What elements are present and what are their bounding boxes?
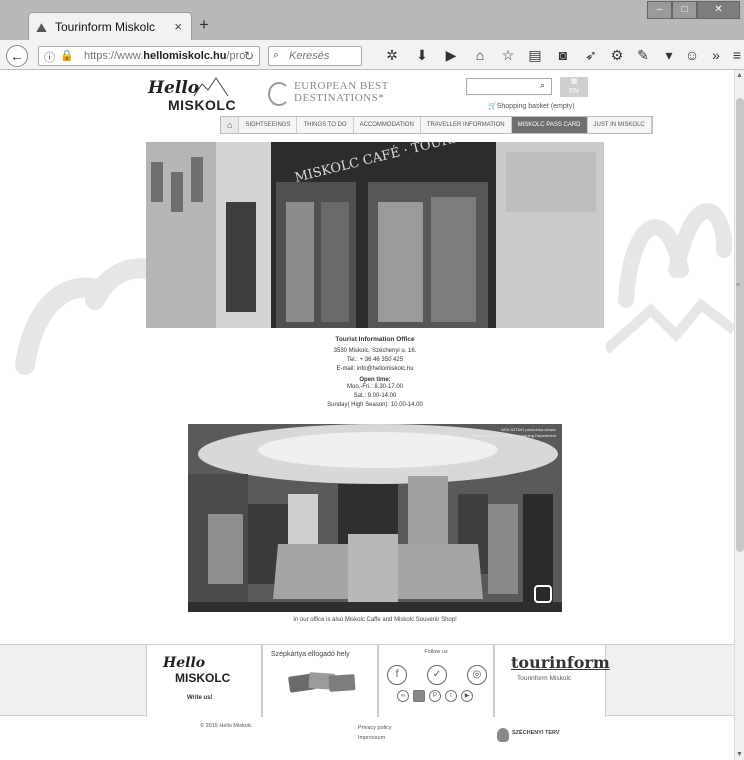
hours-saturday: Sat.: 9.00-14.00 xyxy=(353,393,397,399)
european-best-destinations-badge[interactable]: EUROPEAN BEST DESTINATIONS* xyxy=(294,80,389,104)
twitter-icon[interactable]: t xyxy=(445,690,457,702)
lock-icon: 🔒 xyxy=(60,50,74,62)
minimize-button[interactable]: – xyxy=(647,1,672,19)
extension-icon[interactable]: ⚙ xyxy=(608,47,626,64)
site-footer: Hello MISKOLC Write us! Szépkártya elfog… xyxy=(0,644,734,717)
overflow-icon[interactable]: » xyxy=(707,47,725,63)
szechenyi-terv-logo[interactable]: SZÉCHENYI TERV xyxy=(512,730,560,736)
web-page: Hello MISKOLC EUROPEAN BEST DESTINATIONS… xyxy=(0,70,734,760)
scrollbar-thumb[interactable] xyxy=(736,98,744,552)
main-menu: ⌂ SIGHTSEEINGS THINGS TO DO ACCOMMODATIO… xyxy=(220,116,653,134)
menu-item-things-to-do[interactable]: THINGS TO DO xyxy=(297,117,354,133)
decorative-arc-right xyxy=(606,203,734,354)
download-icon[interactable]: ⬇ xyxy=(413,47,431,64)
menu-item-sightseeings[interactable]: SIGHTSEEINGS xyxy=(239,117,298,133)
vertical-scrollbar[interactable]: ▲ ≡ ▼ xyxy=(734,70,744,760)
new-tab-button[interactable]: + xyxy=(199,15,209,35)
address-bar[interactable]: ⓘ 🔒 https://www.hellomiskolc.hu/pro ↻ xyxy=(38,46,260,66)
follow-us-label: Follow us xyxy=(424,649,448,655)
tourinform-storefront-photo: MISKOLC CAFÉ · TOURINFORM xyxy=(146,142,604,328)
footer-szepkartya-cell: Szépkártya elfogadó hely xyxy=(262,645,378,717)
language-selector[interactable]: ▦ EN xyxy=(560,77,588,97)
tab-title: Tourinform Miskolc xyxy=(55,20,156,34)
scrollbar-grip-icon: ≡ xyxy=(736,282,741,289)
tourinform-logo[interactable]: tourinform xyxy=(511,653,610,672)
footer-logo-miskolc: MISKOLC xyxy=(175,671,231,685)
szechenyi-logo-icon xyxy=(497,728,509,742)
footer-contact-cell: Hello MISKOLC Write us! xyxy=(146,645,262,717)
copyright: © 2015 Hello Miskolc xyxy=(200,723,252,729)
search-bar[interactable]: ⌕ Keresés xyxy=(268,46,362,66)
search-placeholder: Keresés xyxy=(289,50,330,62)
tab-favicon-icon: ⛰ xyxy=(36,20,47,35)
menu-item-accommodation[interactable]: ACCOMMODATION xyxy=(354,117,421,133)
privacy-policy-link[interactable]: Privacy policy xyxy=(358,723,392,733)
bookmark-star-icon[interactable]: ☆ xyxy=(499,47,517,64)
european-best-destinations-icon xyxy=(268,82,290,106)
footer-logo-hello: Hello xyxy=(163,655,206,671)
pocket-icon[interactable]: ◙ xyxy=(554,47,572,63)
back-button[interactable]: ← xyxy=(6,45,28,67)
navigation-toolbar: ← ⓘ 🔒 https://www.hellomiskolc.hu/pro ↻ … xyxy=(0,40,744,70)
scroll-up-arrow-icon[interactable]: ▲ xyxy=(736,72,743,79)
office-tel: Tel.: + 36 46 350 425 xyxy=(346,357,404,363)
card-icon xyxy=(328,674,356,692)
tourinform-subtitle: Tourinform Miskolc xyxy=(517,675,572,682)
close-tab-icon[interactable]: × xyxy=(174,19,182,34)
reload-icon[interactable]: ↻ xyxy=(244,49,254,63)
office-caption: In our office is also Miskolc Caffe and … xyxy=(293,617,457,623)
menu-icon[interactable]: ≡ xyxy=(728,47,744,63)
close-window-button[interactable]: ✕ xyxy=(697,1,740,19)
youtube-icon[interactable]: ▶ xyxy=(442,47,460,64)
logo-mountains-icon xyxy=(193,77,229,97)
scroll-down-arrow-icon[interactable]: ▼ xyxy=(736,751,743,758)
chat-icon[interactable]: ☺ xyxy=(683,47,701,63)
window-titlebar: ⛰ Tourinform Miskolc × + – □ ✕ xyxy=(0,0,744,40)
pinterest-icon[interactable]: P xyxy=(429,690,441,702)
office-info: Tourist Information Office 3530 Miskolc,… xyxy=(146,336,604,410)
site-logo-miskolc[interactable]: MISKOLC xyxy=(168,97,236,113)
tripadvisor-icon[interactable]: ✓ xyxy=(427,665,447,685)
maximize-button[interactable]: □ xyxy=(672,1,697,19)
facebook-icon[interactable]: f xyxy=(387,665,407,685)
menu-item-miskolc-pass-card[interactable]: MISKOLC PASS CARD xyxy=(511,117,588,133)
info-icon[interactable]: ⓘ xyxy=(44,49,55,65)
footer-links: Privacy policy Impressum xyxy=(358,723,392,743)
hours-weekday: Mon.-Fri.: 8.30-17.00 xyxy=(346,384,404,390)
dropdown-icon[interactable]: ▾ xyxy=(660,47,678,64)
office-panorama-viewer[interactable]: MTA SZTAKI panoráma viewer created by: M… xyxy=(188,424,562,612)
flickr-icon[interactable]: ∞ xyxy=(397,690,409,702)
flag-icon: ▦ xyxy=(570,78,578,85)
footer-tourinform-cell: tourinform Tourinform Miskolc xyxy=(494,645,610,717)
menu-item-just-in-miskolc[interactable]: JUST IN MISKOLC xyxy=(588,117,652,133)
menu-home-icon[interactable]: ⌂ xyxy=(221,117,240,133)
impressum-link[interactable]: Impressum xyxy=(358,733,392,743)
office-address: 3530 Miskolc, Széchenyi u. 16. xyxy=(333,348,417,354)
url-text: https://www.hellomiskolc.hu/pro xyxy=(84,50,246,62)
search-icon[interactable]: ⌕ xyxy=(540,80,545,91)
office-title: Tourist Information Office xyxy=(335,336,415,343)
shopping-basket-link[interactable]: 🛒Shopping basket (empty) xyxy=(488,102,575,110)
fullscreen-icon[interactable] xyxy=(534,585,552,603)
send-icon[interactable]: ➶ xyxy=(582,47,600,64)
instagram-icon[interactable]: ◎ xyxy=(467,665,487,685)
szepkartya-label: Szépkártya elfogadó hely xyxy=(271,651,350,658)
footer-social-cell: Follow us f ✓ ◎ ∞ P t ▶ xyxy=(378,645,494,717)
tools-icon[interactable]: ✎ xyxy=(634,47,652,64)
window-controls: – □ ✕ xyxy=(647,1,740,19)
blog-icon[interactable] xyxy=(413,690,425,702)
panorama-credit: MTA SZTAKI panoráma viewer created by: M… xyxy=(471,427,556,438)
reading-list-icon[interactable]: ▤ xyxy=(526,47,544,64)
write-us-link[interactable]: Write us! xyxy=(187,695,213,701)
addon-icon[interactable]: ✲ xyxy=(383,47,401,64)
hours-sunday: Sunday( High Season): 10.00-14.00 xyxy=(327,402,423,408)
youtube-icon[interactable]: ▶ xyxy=(461,690,473,702)
office-email[interactable]: E-mail: info@hellomiskolc.hu xyxy=(146,365,604,374)
site-search-input[interactable]: ⌕ xyxy=(466,78,552,95)
browser-tab[interactable]: ⛰ Tourinform Miskolc × xyxy=(28,12,192,40)
search-icon: ⌕ xyxy=(273,49,280,61)
menu-item-traveller-information[interactable]: TRAVELLER INFORMATION xyxy=(421,117,512,133)
home-icon[interactable]: ⌂ xyxy=(471,47,489,63)
decorative-arc-left xyxy=(15,258,150,375)
